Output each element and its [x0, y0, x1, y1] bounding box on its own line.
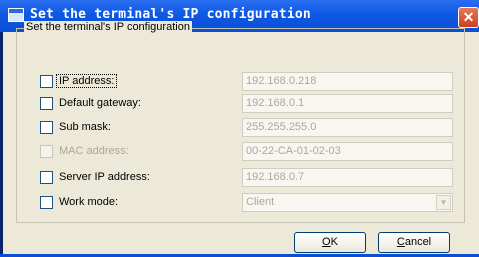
ip-address-field[interactable]: 192.168.0.218	[242, 72, 453, 91]
dialog-window: Set the terminal's IP configuration ✕ Se…	[0, 0, 479, 257]
work-mode-select[interactable]: Client ▼	[242, 193, 453, 212]
row-ip-address: IP address: 192.168.0.218	[0, 71, 479, 93]
row-server-ip-address: Server IP address: 192.168.0.7	[0, 167, 479, 189]
sub-mask-checkbox[interactable]	[40, 121, 53, 134]
ok-mnemonic: O	[322, 236, 331, 248]
window-title: Set the terminal's IP configuration	[30, 7, 311, 22]
ip-address-checkbox[interactable]	[40, 75, 53, 88]
cancel-button[interactable]: Cancel	[378, 232, 450, 253]
row-mac-address: MAC address: 00-22-CA-01-02-03	[0, 141, 479, 163]
cancel-mnemonic: C	[396, 236, 405, 248]
group-legend: Set the terminal's IP configuration	[24, 21, 192, 33]
sub-mask-field[interactable]: 255.255.255.0	[242, 118, 453, 137]
chevron-down-icon[interactable]: ▼	[436, 195, 451, 210]
row-sub-mask: Sub mask: 255.255.255.0	[0, 117, 479, 139]
server-ip-address-checkbox[interactable]	[40, 171, 53, 184]
cancel-label-rest: ancel	[404, 236, 432, 248]
default-gateway-field[interactable]: 192.168.0.1	[242, 94, 453, 113]
server-ip-address-field[interactable]: 192.168.0.7	[242, 168, 453, 187]
row-default-gateway: Default gateway: 192.168.0.1	[0, 93, 479, 115]
default-gateway-label: Default gateway:	[59, 97, 141, 109]
close-button[interactable]: ✕	[458, 7, 479, 28]
mac-address-checkbox	[40, 145, 53, 158]
ip-address-label: IP address:	[56, 74, 118, 88]
work-mode-value: Client	[246, 196, 275, 208]
default-gateway-checkbox[interactable]	[40, 97, 53, 110]
work-mode-checkbox[interactable]	[40, 196, 53, 209]
row-work-mode: Work mode: Client ▼	[0, 192, 479, 214]
server-ip-address-label: Server IP address:	[59, 171, 150, 183]
ok-label-rest: K	[330, 236, 338, 248]
mac-address-label: MAC address:	[59, 145, 129, 157]
mac-address-field: 00-22-CA-01-02-03	[242, 142, 453, 161]
work-mode-label: Work mode:	[59, 196, 119, 208]
ok-button[interactable]: OK	[294, 232, 366, 253]
window-icon	[8, 8, 24, 22]
sub-mask-label: Sub mask:	[59, 121, 111, 133]
